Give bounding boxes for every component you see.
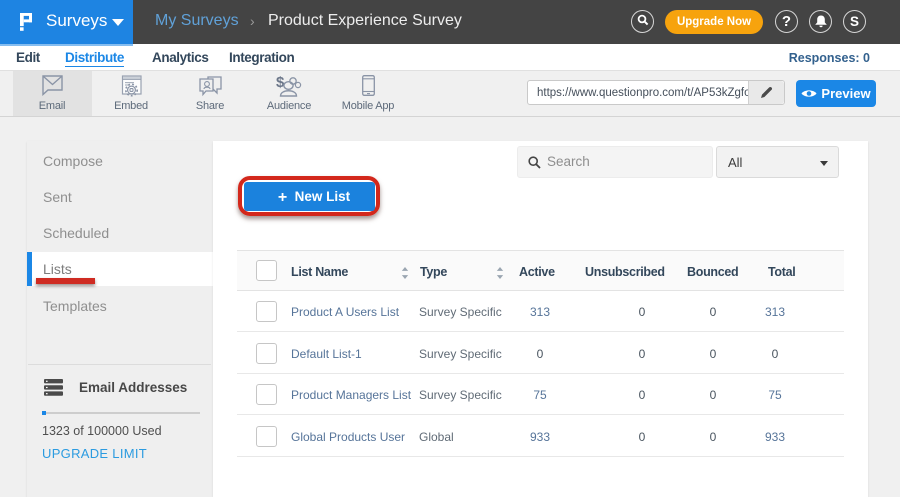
svg-text:$: $: [276, 75, 285, 91]
